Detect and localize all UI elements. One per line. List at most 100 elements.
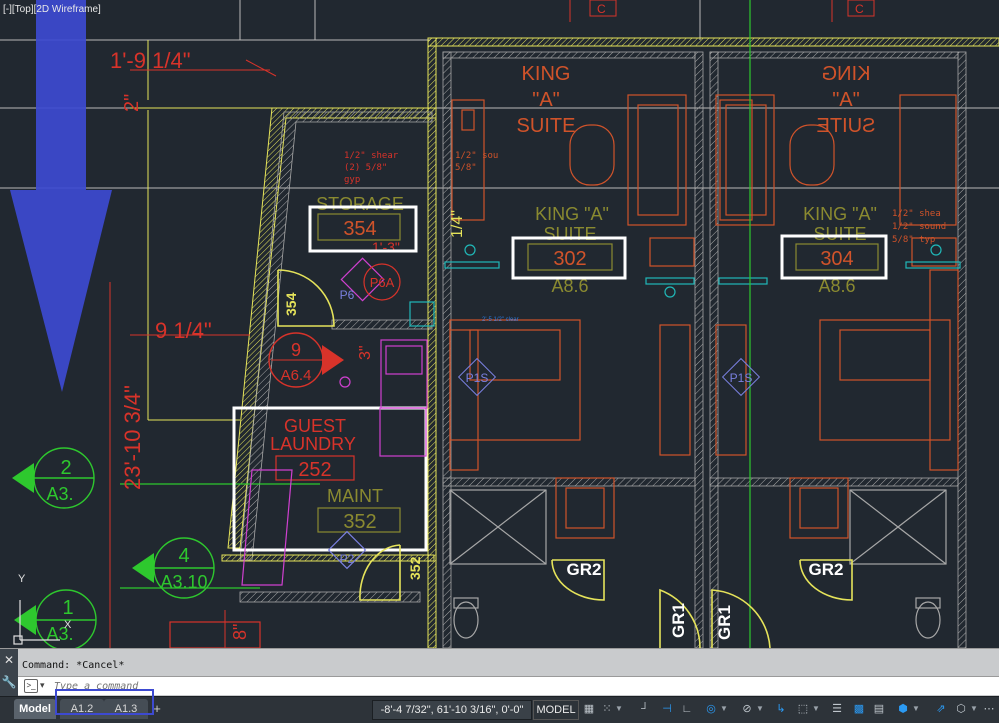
laundry-number: 252 — [298, 459, 331, 481]
door-tag-354: 354 — [283, 292, 299, 316]
laundry-label-line2: LAUNDRY — [270, 434, 356, 454]
coordinate-readout[interactable]: -8'-4 7/32", 61'-10 3/16", 0'-0" — [372, 700, 532, 720]
osnap-icon[interactable]: ◎ — [704, 701, 718, 717]
wrench-icon[interactable]: 🔧 — [0, 671, 18, 693]
command-line: >_ ▾ — [18, 676, 999, 695]
tab-a1-2[interactable]: A1.2 — [60, 699, 104, 719]
command-input[interactable] — [52, 678, 656, 695]
command-window-sidebar: ✕ 🔧 — [0, 649, 18, 697]
tag-p6a: P6A — [370, 275, 395, 290]
dim-3-inch: 3" — [357, 345, 374, 360]
dim-1-3: 1'-3" — [372, 239, 400, 255]
close-icon[interactable]: ✕ — [0, 649, 18, 671]
callout-2-sheet: A3. — [46, 484, 73, 504]
note-shear-left-1: 1/2" shear — [344, 151, 399, 161]
room-304-name-line1: KING "A" — [803, 204, 877, 224]
snap-icon[interactable]: ⁙ — [600, 701, 614, 717]
callout-9-number: 9 — [291, 340, 301, 360]
room-2-title-line1: KING — [822, 63, 871, 85]
room-302-name-line1: KING "A" — [535, 204, 609, 224]
dynamic-ucs-icon[interactable]: ↳ — [774, 701, 788, 717]
annotation-scale-icon[interactable]: ▤ — [872, 701, 886, 717]
workspace-icon[interactable]: ⬢ — [896, 701, 910, 717]
isolate-icon[interactable]: ⇗ — [934, 701, 948, 717]
add-layout-button[interactable]: + — [150, 699, 164, 719]
command-window: ✕ 🔧 Command: *Cancel* >_ ▾ — [0, 648, 999, 697]
chevron-down-icon[interactable]: ▼ — [720, 701, 728, 717]
room-304-name-line2: SUITE — [813, 224, 866, 244]
note-shear-left-3: gyp — [344, 175, 360, 185]
room-304-number: 304 — [820, 248, 853, 270]
selection-cycling-icon[interactable]: ⬚ — [796, 701, 810, 717]
dim-23-10-3-4: 23'-10 3/4" — [120, 385, 145, 490]
laundry-label-line1: GUEST — [284, 416, 346, 436]
ucs-y-label: Y — [18, 573, 26, 585]
chevron-down-icon[interactable]: ▼ — [615, 701, 623, 717]
top-tag-c-b: C — [855, 2, 864, 16]
door-tag-gr1-a: GR1 — [669, 603, 688, 638]
dim-2-inch: 2" — [121, 94, 143, 112]
drawing-viewport[interactable]: [-][Top][2D Wireframe] C C 1'-9 1/4" 2" … — [0, 0, 999, 648]
note-shear-right-2: 1/2" sound — [892, 222, 946, 232]
door-tag-352: 352 — [407, 556, 423, 580]
chevron-down-icon[interactable]: ▼ — [756, 701, 764, 717]
ortho-icon[interactable]: ┘ — [638, 701, 652, 717]
otrack-icon[interactable]: ⊘ — [740, 701, 754, 717]
hardware-acceleration-icon[interactable]: ⬡ — [954, 701, 968, 717]
furniture-linework — [449, 94, 959, 539]
room-302-number: 302 — [553, 248, 586, 270]
dim-9-1-4: 9 1/4" — [155, 318, 212, 343]
callout-9-sheet: A6.4 — [281, 367, 312, 384]
grid-icon[interactable]: ▦ — [582, 701, 596, 717]
note-shear-left-2: (2) 5/8" — [344, 163, 387, 173]
command-prompt-icon[interactable]: >_ — [24, 679, 38, 693]
tag-p6: P6 — [340, 288, 355, 302]
maint-number: 352 — [343, 511, 376, 533]
door-tag-gr2-a: GR2 — [567, 560, 602, 579]
chevron-down-icon[interactable]: ▼ — [812, 701, 820, 717]
room-2-title-line3: SUITE — [817, 115, 876, 137]
callout-2-number: 2 — [60, 457, 71, 479]
model-space-button[interactable]: MODEL — [533, 700, 579, 720]
tab-a1-3[interactable]: A1.3 — [104, 699, 148, 719]
note-shear-right-3: 5/8" typ — [892, 235, 935, 245]
callout-4-number: 4 — [178, 545, 189, 567]
transparency-icon[interactable]: ▩ — [852, 701, 866, 717]
note-sound-left-1: 1/2" sou — [455, 151, 498, 161]
command-history: Command: *Cancel* — [22, 660, 125, 671]
door-tag-gr1-b: GR1 — [715, 605, 734, 640]
top-exterior-wall — [427, 37, 999, 47]
tag-p1s-b: P1S — [730, 371, 753, 385]
dim-1-4: 1/4" — [449, 210, 466, 238]
polar-icon[interactable]: ⊣ — [660, 701, 674, 717]
room-1-title-line1: KING — [522, 63, 571, 85]
dim-8-inch: 8" — [230, 624, 250, 640]
room-1-title-line3: SUITE — [517, 115, 576, 137]
callout-1-number: 1 — [62, 597, 73, 619]
dim-1-9-1-4: 1'-9 1/4" — [110, 48, 191, 73]
chevron-down-icon[interactable]: ▼ — [970, 701, 978, 717]
lineweight-icon[interactable]: ☰ — [830, 701, 844, 717]
room-2-title-line2: "A" — [832, 89, 860, 111]
chevron-down-icon[interactable]: ▼ — [912, 701, 920, 717]
door-tag-gr2-b: GR2 — [809, 560, 844, 579]
storage-label: STORAGE — [316, 194, 404, 214]
ucs-x-label: X — [64, 619, 72, 631]
status-bar: Model A1.2 A1.3 + -8'-4 7/32", 61'-10 3/… — [0, 696, 999, 723]
isodraft-icon[interactable]: ∟ — [680, 701, 694, 717]
top-tag-c-a: C — [597, 2, 606, 16]
note-sound-left-2: 5/8" — [455, 163, 477, 173]
tag-p2: P2 — [340, 552, 355, 566]
floor-plan-drawing: C C 1'-9 1/4" 2" 9 1/4" 23'-10 3/4" 1/4"… — [0, 0, 999, 648]
room-302-name-line2: SUITE — [543, 224, 596, 244]
storage-number: 354 — [343, 218, 376, 240]
customize-icon[interactable]: ⋯ — [982, 701, 996, 717]
tag-p1s-a: P1S — [466, 371, 489, 385]
viewport-controls-label[interactable]: [-][Top][2D Wireframe] — [3, 4, 101, 15]
note-small-clear: 2'-5 1/2" clear — [482, 317, 519, 323]
chevron-down-icon[interactable]: ▾ — [40, 680, 45, 691]
note-shear-right-1: 1/2" shea — [892, 209, 941, 219]
room-1-title-line2: "A" — [532, 89, 560, 111]
tab-model[interactable]: Model — [14, 699, 56, 719]
callout-4-sheet: A3.10 — [160, 572, 207, 592]
